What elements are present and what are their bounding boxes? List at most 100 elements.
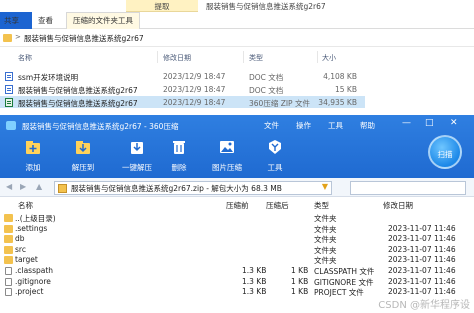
column-compressed[interactable]: 压缩前: [226, 200, 249, 211]
file-row[interactable]: 服装销售与促销信息推送系统g2r67 2023/12/9 18:47 DOC 文档 1…: [0, 83, 365, 95]
tools-label: 工具: [267, 163, 283, 172]
file-type: DOC 文档: [249, 86, 284, 95]
row-modified: 2023-11-07 11:46: [388, 223, 456, 233]
tab-view[interactable]: 查看: [38, 15, 53, 26]
zip-list-row[interactable]: src 文件夹 2023-11-07 11:46: [0, 245, 474, 256]
document-icon: [5, 267, 12, 275]
app-logo-icon: [6, 121, 16, 130]
document-icon: [5, 85, 13, 94]
tab-share[interactable]: 共享: [4, 15, 19, 26]
zip-file-icon: [5, 98, 13, 107]
row-modified: 2023-11-07 11:46: [388, 234, 456, 244]
row-name: db: [15, 234, 25, 244]
row-name: src: [15, 244, 26, 254]
context-tab-extract[interactable]: 提取: [126, 0, 198, 12]
row-name: target: [15, 255, 38, 265]
extract-to-label: 解压到: [71, 163, 95, 172]
zip-list-row[interactable]: .gitignore 1.3 KB 1 KB GITIGNORE 文件 2023-11-…: [0, 277, 474, 288]
row-compressed-size: 1.3 KB: [242, 287, 267, 297]
search-input[interactable]: [350, 181, 466, 195]
row-name: .classpath: [15, 266, 54, 275]
zip-list-row[interactable]: .classpath 1.3 KB 1 KB CLASSPATH 文件 2023-11-…: [0, 266, 474, 277]
zip-window-title: 服装销售与促销信息推送系统g2r67 - 360压缩: [22, 122, 179, 131]
row-original-size: 1 KB: [291, 266, 309, 275]
zip-toolbar-area: 服装销售与促销信息推送系统g2r67 - 360压缩 文件 操作 工具 帮助 —…: [0, 115, 474, 178]
document-icon: [5, 277, 12, 286]
row-type: GITIGNORE 文件: [314, 277, 374, 287]
column-size[interactable]: 大小: [322, 53, 336, 63]
tools-button[interactable]: 工具: [248, 138, 302, 176]
address-bar[interactable]: > 服装销售与促销信息推送系统g2r67: [0, 30, 474, 47]
column-modified[interactable]: 修改日期: [163, 53, 191, 63]
file-size: 15 KB: [335, 85, 357, 94]
tools-icon: [269, 140, 281, 154]
file-name: ssm开发环境说明: [18, 73, 79, 82]
context-tab-label: 提取: [154, 2, 170, 11]
row-compressed-size: 1.3 KB: [242, 266, 267, 275]
menu-operation[interactable]: 操作: [296, 120, 311, 131]
file-row[interactable]: ssm开发环境说明 2023/12/9 18:47 DOC 文档 4,108 KB: [0, 70, 365, 82]
row-name: .project: [15, 287, 44, 297]
path-input[interactable]: 服装销售与促销信息推送系统g2r67.zip - 解包大小为 68.3 MB ▼: [54, 181, 332, 195]
column-divider[interactable]: [317, 51, 318, 63]
chevron-right-icon[interactable]: >: [15, 33, 21, 41]
file-modified: 2023/12/9 18:47: [163, 98, 226, 107]
folder-icon: [3, 34, 12, 42]
menu-help[interactable]: 帮助: [360, 120, 375, 131]
extract-to-button[interactable]: 解压到: [56, 138, 110, 176]
folder-icon: [4, 224, 13, 233]
row-modified: 2023-11-07 11:46: [388, 276, 456, 286]
zip-list-row[interactable]: target 文件夹 2023-11-07 11:46: [0, 255, 474, 266]
column-modified[interactable]: 修改日期: [383, 200, 413, 211]
column-type[interactable]: 类型: [314, 200, 329, 211]
column-original[interactable]: 压缩后: [266, 200, 289, 211]
chevron-down-icon[interactable]: ▼: [322, 182, 328, 191]
minimize-icon[interactable]: —: [402, 118, 411, 128]
file-modified: 2023/12/9 18:47: [163, 72, 226, 81]
maximize-icon[interactable]: □: [425, 118, 434, 128]
image-compress-icon: [220, 141, 234, 153]
window-title: 服装销售与促销信息推送系统g2r67: [206, 2, 326, 11]
column-name[interactable]: 名称: [18, 53, 32, 63]
scan-button[interactable]: 扫描: [428, 135, 462, 169]
row-modified: 2023-11-07 11:46: [388, 244, 456, 254]
add-button[interactable]: 添加: [6, 138, 60, 176]
image-compress-button[interactable]: 图片压缩: [200, 138, 254, 176]
row-modified: 2023-11-07 11:46: [388, 287, 456, 297]
row-name: .settings: [15, 223, 48, 233]
delete-icon: [173, 141, 185, 154]
zip-address-bar: ◀ ▶ ▲ 服装销售与促销信息推送系统g2r67.zip - 解包大小为 68.…: [0, 178, 474, 197]
column-name[interactable]: 名称: [18, 200, 33, 211]
file-modified: 2023/12/9 18:47: [163, 85, 226, 94]
file-list-header: 名称 修改日期 类型 大小: [0, 49, 474, 65]
zip-list-row[interactable]: ..(上级目录) 文件夹: [0, 213, 474, 224]
menu-file[interactable]: 文件: [264, 120, 279, 131]
row-original-size: 1 KB: [291, 276, 309, 286]
row-compressed-size: 1.3 KB: [242, 276, 267, 286]
close-icon[interactable]: ✕: [450, 118, 458, 128]
one-click-extract-icon: [131, 142, 143, 154]
column-divider[interactable]: [157, 51, 158, 63]
delete-button[interactable]: 删除: [152, 138, 206, 176]
file-row[interactable]: 服装销售与促销信息推送系统g2r67 2023/12/9 18:47 360压缩 Z…: [0, 96, 365, 108]
column-type[interactable]: 类型: [249, 53, 263, 63]
ribbon-tabs: 共享 查看 压缩的文件夹工具: [0, 12, 474, 29]
folder-icon: [4, 214, 13, 222]
zip-list-row[interactable]: db 文件夹 2023-11-07 11:46: [0, 234, 474, 245]
address-path[interactable]: 服装销售与促销信息推送系统g2r67: [24, 33, 144, 44]
up-arrow-icon[interactable]: ▲: [36, 182, 42, 191]
back-arrow-icon[interactable]: ◀: [6, 182, 12, 191]
forward-arrow-icon[interactable]: ▶: [20, 182, 26, 191]
zip-list-row[interactable]: .settings 文件夹 2023-11-07 11:46: [0, 224, 474, 235]
folder-icon: [4, 235, 13, 244]
tab-compressed-folder-tools[interactable]: 压缩的文件夹工具: [66, 12, 140, 29]
row-name: ..(上级目录): [15, 214, 56, 223]
row-type: PROJECT 文件: [314, 288, 364, 298]
column-divider[interactable]: [243, 51, 244, 63]
file-size: 34,935 KB: [318, 98, 357, 107]
row-modified: 2023-11-07 11:46: [388, 266, 456, 275]
menu-tools[interactable]: 工具: [328, 120, 343, 131]
row-type: 文件夹: [314, 245, 337, 255]
file-type: DOC 文档: [249, 73, 284, 82]
file-size: 4,108 KB: [323, 72, 357, 81]
